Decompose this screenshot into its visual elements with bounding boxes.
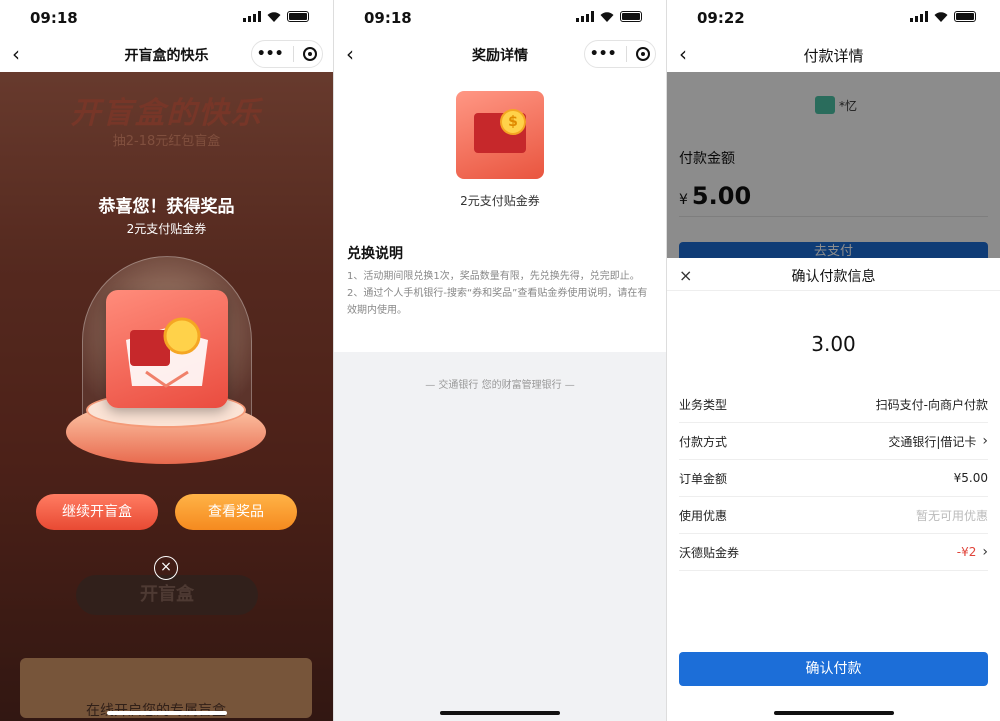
- chevron-right-icon: ›: [982, 433, 988, 449]
- row-label: 订单金额: [679, 471, 728, 486]
- miniapp-capsule: •••: [251, 40, 323, 68]
- sheet-title: 确认付款信息: [791, 269, 876, 285]
- status-time: 09:22: [697, 9, 745, 27]
- row-value: ¥5.00: [953, 471, 988, 485]
- status-bar: 09:22: [667, 0, 1000, 36]
- confirm-payment-button[interactable]: 确认付款: [679, 652, 988, 686]
- chevron-right-icon: ›: [982, 544, 988, 560]
- payment-method-value: 交通银行|借记卡: [888, 434, 977, 449]
- pay-amount: 3.00: [811, 332, 856, 356]
- row-payment-method[interactable]: 付款方式 交通银行|借记卡 ›: [679, 423, 988, 460]
- prize-image: [106, 290, 228, 408]
- row-value-wrap: -¥2 ›: [957, 544, 988, 560]
- continue-blindbox-button[interactable]: 继续开盲盒: [36, 494, 158, 530]
- wifi-icon: [267, 12, 281, 22]
- nav-bar: ‹ 奖励详情 •••: [334, 36, 666, 72]
- redeem-instructions-title: 兑换说明: [347, 246, 403, 262]
- signal-icon: [243, 11, 261, 22]
- status-icons: [243, 11, 309, 22]
- capsule-divider: [625, 46, 627, 62]
- miniapp-capsule: •••: [584, 40, 656, 68]
- status-icons: [910, 11, 976, 22]
- row-label: 付款方式: [679, 434, 728, 449]
- home-indicator: [773, 711, 894, 715]
- more-icon[interactable]: •••: [257, 46, 284, 62]
- signal-icon: [910, 11, 928, 22]
- status-bar: 09:18: [334, 0, 666, 36]
- reward-detail-screen: 09:18 ‹ 奖励详情 ••• $ 2元支付贴金券 兑换说明 1、活动期间限兑…: [334, 0, 666, 721]
- row-business-type: 业务类型 扫码支付-向商户付款: [679, 386, 988, 423]
- status-icons: [576, 11, 642, 22]
- reward-name: 2元支付贴金券: [460, 194, 540, 208]
- prize-name: 2元支付贴金券: [126, 222, 207, 236]
- battery-icon: [287, 11, 309, 22]
- payment-detail-screen: 09:22 ‹ 付款详情 *忆 付款金额 ¥5.00 去支付 × 确认付款信息 …: [667, 0, 1000, 721]
- signal-icon: [576, 11, 594, 22]
- bank-slogan: — 交通银行 您的财富管理银行 —: [425, 380, 575, 391]
- row-label: 业务类型: [679, 397, 728, 412]
- more-icon[interactable]: •••: [590, 46, 617, 62]
- row-order-amount: 订单金额 ¥5.00: [679, 460, 988, 497]
- wifi-icon: [934, 12, 948, 22]
- red-envelope-icon: [126, 317, 208, 388]
- view-prize-button[interactable]: 查看奖品: [175, 494, 297, 530]
- close-miniapp-icon[interactable]: [636, 47, 651, 61]
- congrats-title: 恭喜您！获得奖品: [98, 197, 235, 217]
- status-bar: 09:18: [0, 0, 333, 36]
- confirm-payment-sheet: × 确认付款信息 3.00 业务类型 扫码支付-向商户付款 付款方式 交通银行|…: [667, 258, 1000, 721]
- wifi-icon: [600, 12, 614, 22]
- rule-1: 1、活动期间限兑换1次，奖品数量有限，先兑换先得，兑完即止。: [347, 271, 640, 282]
- capsule-divider: [292, 46, 294, 62]
- row-label: 使用优惠: [679, 508, 728, 523]
- battery-icon: [954, 11, 976, 22]
- close-icon[interactable]: ×: [154, 556, 178, 580]
- home-indicator: [106, 711, 227, 715]
- rule-2: 2、通过个人手机银行-搜索“券和奖品”查看贴金券使用说明，请在有效期内使用。: [347, 288, 648, 316]
- nav-bar: ‹ 开盲盒的快乐 •••: [0, 36, 333, 72]
- coin-icon: $: [500, 109, 526, 135]
- row-discount: 使用优惠 暂无可用优惠: [679, 497, 988, 534]
- blindbox-screen: 09:18 ‹ 开盲盒的快乐 ••• 开盲盒的快乐 抽2-18元红包盲盒 开盲盒…: [0, 0, 333, 721]
- coupon-value: -¥2: [956, 545, 977, 559]
- row-label: 沃德贴金券: [679, 545, 740, 560]
- row-value: 暂无可用优惠: [915, 508, 988, 523]
- nav-bar: ‹ 付款详情: [667, 36, 1000, 72]
- close-miniapp-icon[interactable]: [303, 47, 318, 61]
- reward-image: $: [456, 91, 544, 179]
- sheet-divider: [667, 290, 1000, 291]
- row-value-wrap: 交通银行|借记卡 ›: [888, 433, 988, 450]
- row-value: 扫码支付-向商户付款: [875, 397, 988, 412]
- row-coupon[interactable]: 沃德贴金券 -¥2 ›: [679, 534, 988, 571]
- redeem-instructions-body: 1、活动期间限兑换1次，奖品数量有限，先兑换先得，兑完即止。 2、通过个人手机银…: [347, 268, 655, 319]
- battery-icon: [620, 11, 642, 22]
- page-title: 付款详情: [803, 47, 864, 65]
- status-time: 09:18: [364, 9, 412, 27]
- status-time: 09:18: [30, 9, 78, 27]
- home-indicator: [440, 711, 560, 715]
- sheet-overlay[interactable]: [667, 72, 1000, 258]
